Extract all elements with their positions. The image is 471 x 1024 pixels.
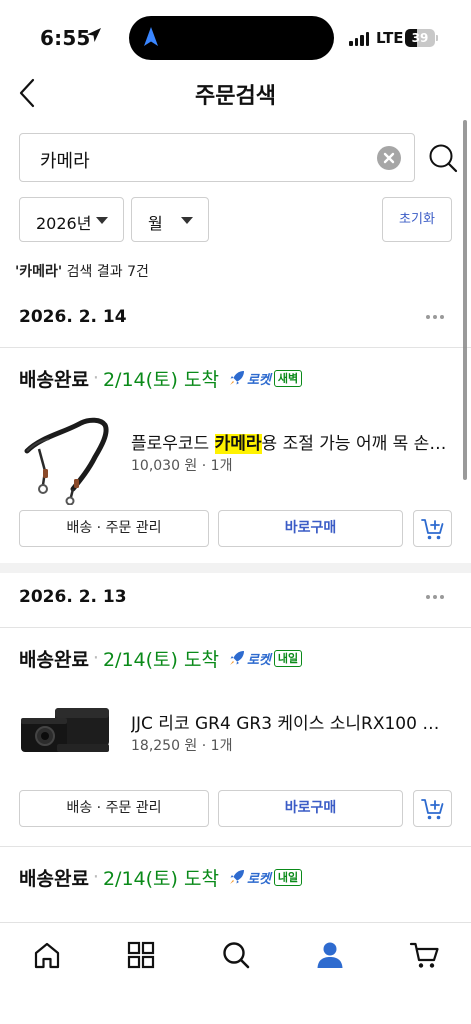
product-image[interactable] xyxy=(19,411,113,506)
rocket-icon xyxy=(229,651,244,665)
separator-dot: · xyxy=(92,367,99,389)
product-image[interactable] xyxy=(19,688,113,782)
year-select[interactable]: 2026년 xyxy=(19,197,124,242)
search-icon xyxy=(429,144,458,173)
keyword-highlight: 카메라 xyxy=(214,434,262,454)
navigation-arrow-icon xyxy=(144,27,158,46)
divider xyxy=(0,846,471,847)
reset-button[interactable]: 초기화 xyxy=(382,197,452,242)
nav-home[interactable] xyxy=(31,939,63,971)
order-status-row: 배송완료 · 2/14(토) 도착 로켓 내일 xyxy=(19,863,303,891)
result-count-text: 검색 결과 7건 xyxy=(62,264,149,280)
scrollbar[interactable] xyxy=(463,120,467,480)
manage-order-button[interactable]: 배송 · 주문 관리 xyxy=(19,510,209,547)
caret-down-icon xyxy=(181,217,193,224)
location-arrow-icon xyxy=(87,28,101,42)
order-date: 2026. 2. 14 xyxy=(19,307,127,327)
rocket-label: 로켓 xyxy=(246,871,271,887)
product-name-suffix: 용 조절 가능 어깨 목 손목 스트랩 xyxy=(261,434,453,454)
product-name[interactable]: 플로우코드 카메라용 조절 가능 어깨 목 손목 스트랩 xyxy=(131,429,453,454)
product-price: 10,030 원 · 1개 xyxy=(131,458,233,474)
rocket-icon xyxy=(229,371,244,385)
search-input[interactable]: 카메라 xyxy=(19,133,415,182)
page-title: 주문검색 xyxy=(195,84,276,109)
order-status-row: 배송완료 · 2/14(토) 도착 로켓 새벽 xyxy=(19,364,303,392)
search-button[interactable] xyxy=(427,142,459,174)
order-date-row: 2026. 2. 14 xyxy=(0,293,471,343)
buy-again-button[interactable]: 바로구매 xyxy=(218,790,403,827)
add-to-cart-icon xyxy=(420,799,443,820)
delivery-status: 배송완료 xyxy=(19,368,89,391)
nav-my-page[interactable] xyxy=(314,939,346,971)
year-select-value: 2026년 xyxy=(36,214,92,233)
search-input-value[interactable]: 카메라 xyxy=(40,147,90,173)
keyword-highlight: GR3 xyxy=(236,714,273,734)
month-select-value: 월 xyxy=(148,214,163,233)
status-time: 6:55 xyxy=(40,26,91,50)
manage-order-button[interactable]: 배송 · 주문 관리 xyxy=(19,790,209,827)
separator-dot: · xyxy=(92,866,99,888)
result-summary: '카메라' 검색 결과 7건 xyxy=(15,261,149,281)
category-icon xyxy=(127,941,155,969)
dynamic-island xyxy=(129,16,334,60)
divider xyxy=(0,347,471,348)
status-bar: 6:55 LTE 39 xyxy=(0,0,471,76)
rocket-label: 로켓 xyxy=(246,652,271,668)
section-gap xyxy=(0,563,471,573)
arrival-date: 2/14(토) 도착 xyxy=(102,648,219,671)
product-price: 18,250 원 · 1개 xyxy=(131,738,233,754)
month-select[interactable]: 월 xyxy=(131,197,209,242)
result-keyword: '카메라' xyxy=(15,264,63,280)
arrival-date: 2/14(토) 도착 xyxy=(102,867,219,890)
caret-down-icon xyxy=(96,217,108,224)
more-options-button[interactable] xyxy=(426,595,444,599)
delivery-status: 배송완료 xyxy=(19,867,89,890)
separator-dot: · xyxy=(92,647,99,669)
rocket-tag: 새벽 xyxy=(273,369,303,387)
product-name-suffix: 케이스 소니RX100 카메라 가죽 파우치 xyxy=(277,714,453,734)
order-status-row: 배송완료 · 2/14(토) 도착 로켓 내일 xyxy=(19,644,303,672)
add-to-cart-button[interactable] xyxy=(413,510,452,547)
rocket-label: 로켓 xyxy=(246,372,271,388)
signal-icon xyxy=(349,32,369,46)
arrival-date: 2/14(토) 도착 xyxy=(102,368,219,391)
product-name-prefix: JJC 리코 GR4 xyxy=(131,714,237,734)
rocket-tag: 내일 xyxy=(273,868,303,886)
nav-category[interactable] xyxy=(125,939,157,971)
bottom-nav xyxy=(0,922,471,1024)
battery-cap xyxy=(436,35,438,41)
camera-case-image xyxy=(21,708,109,752)
battery-icon: 39 xyxy=(405,29,435,47)
rocket-icon xyxy=(229,870,244,884)
add-to-cart-button[interactable] xyxy=(413,790,452,827)
nav-search[interactable] xyxy=(220,939,252,971)
rocket-badge: 로켓 새벽 xyxy=(228,369,303,388)
home-icon xyxy=(34,942,60,969)
network-label: LTE xyxy=(376,29,404,47)
product-name[interactable]: JJC 리코 GR4 GR3 케이스 소니RX100 카메라 가죽 파우치 xyxy=(131,709,453,734)
product-name-prefix: 플로우코드 xyxy=(131,434,215,454)
nav-cart[interactable] xyxy=(409,939,441,971)
add-to-cart-icon xyxy=(420,519,443,540)
divider xyxy=(0,627,471,628)
rocket-badge: 로켓 내일 xyxy=(228,649,303,668)
order-date: 2026. 2. 13 xyxy=(19,587,127,607)
rocket-tag: 내일 xyxy=(273,649,303,667)
cart-icon xyxy=(409,942,439,968)
user-icon xyxy=(317,942,343,968)
search-icon xyxy=(223,942,250,969)
clear-search-button[interactable] xyxy=(377,146,401,170)
more-options-button[interactable] xyxy=(426,315,444,319)
delivery-status: 배송완료 xyxy=(19,648,89,671)
camera-strap-image xyxy=(24,417,109,506)
battery-level: 39 xyxy=(411,31,429,45)
buy-again-button[interactable]: 바로구매 xyxy=(218,510,403,547)
rocket-badge: 로켓 내일 xyxy=(228,868,303,887)
order-date-row: 2026. 2. 13 xyxy=(0,573,471,623)
close-icon xyxy=(383,152,395,164)
